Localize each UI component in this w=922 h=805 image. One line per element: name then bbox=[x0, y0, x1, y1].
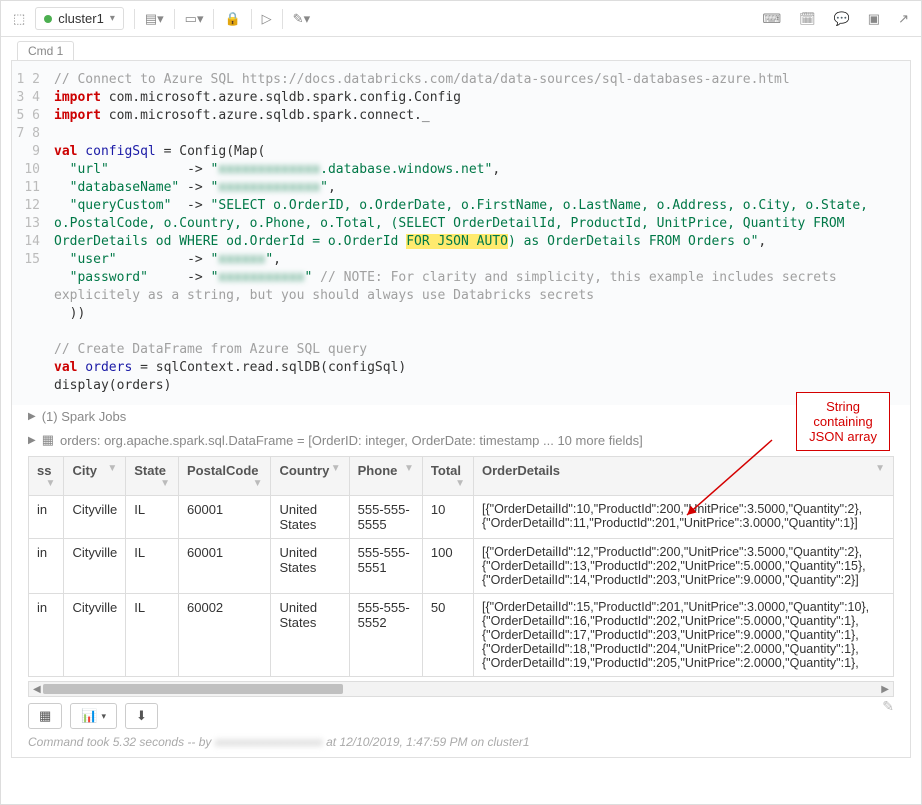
cell-total: 50 bbox=[422, 594, 473, 677]
scroll-left-icon[interactable]: ◀ bbox=[31, 682, 43, 697]
cell-total: 10 bbox=[422, 496, 473, 539]
sort-icon: ▼ bbox=[331, 463, 341, 474]
table-grid-icon: ▦ bbox=[42, 432, 54, 448]
col-ss[interactable]: ss▼ bbox=[29, 457, 64, 496]
cluster-name: cluster1 bbox=[58, 11, 104, 26]
cell-postal: 60002 bbox=[179, 594, 271, 677]
clear-icon[interactable]: ✎▾ bbox=[293, 11, 310, 27]
cell-phone: 555-555-5555 bbox=[349, 496, 422, 539]
download-button[interactable]: ⬇ bbox=[125, 703, 158, 729]
cell-country: United States bbox=[271, 496, 349, 539]
cell-phone: 555-555-5551 bbox=[349, 539, 422, 594]
col-state[interactable]: State▼ bbox=[126, 457, 179, 496]
cell-city: Cityville bbox=[64, 496, 126, 539]
cell-city: Cityville bbox=[64, 594, 126, 677]
schema-text: orders: org.apache.spark.sql.DataFrame =… bbox=[60, 433, 643, 448]
execution-metadata: Command took 5.32 seconds -- by xxxxxxxx… bbox=[12, 735, 910, 757]
cell-total: 100 bbox=[422, 539, 473, 594]
output-table: ss▼ City▼ State▼ PostalCode▼ Country▼ Ph… bbox=[28, 456, 894, 677]
line-gutter: 1 2 3 4 5 6 7 8 9 10 11 12 13 14 15 bbox=[12, 61, 48, 405]
col-country[interactable]: Country▼ bbox=[271, 457, 349, 496]
table-row: inCityvilleIL60001United States555-555-5… bbox=[29, 539, 894, 594]
cell-city: Cityville bbox=[64, 539, 126, 594]
output-toolbar: ▦ 📊 ▾ ⬇ bbox=[12, 697, 910, 735]
cell-state: IL bbox=[126, 496, 179, 539]
schedule-icon[interactable]: 🗓 bbox=[799, 11, 816, 27]
sort-icon: ▼ bbox=[404, 463, 414, 474]
cell-ss: in bbox=[29, 594, 64, 677]
file-icon[interactable]: ▤▾ bbox=[145, 11, 164, 27]
cell-ss: in bbox=[29, 539, 64, 594]
cell-country: United States bbox=[271, 539, 349, 594]
horizontal-scrollbar[interactable]: ◀ ▶ bbox=[28, 681, 894, 697]
cell-ss: in bbox=[29, 496, 64, 539]
sort-icon: ▼ bbox=[46, 478, 56, 489]
code-content[interactable]: // Connect to Azure SQL https://docs.dat… bbox=[48, 61, 910, 405]
cell-postal: 60001 bbox=[179, 539, 271, 594]
table-row: inCityvilleIL60001United States555-555-5… bbox=[29, 496, 894, 539]
run-icon[interactable]: ▷ bbox=[262, 11, 272, 27]
chart-view-button[interactable]: 📊 ▾ bbox=[70, 703, 117, 729]
col-orderdetails[interactable]: OrderDetails▼ bbox=[474, 457, 894, 496]
cell-state: IL bbox=[126, 539, 179, 594]
sort-icon: ▼ bbox=[107, 463, 117, 474]
expand-triangle-icon[interactable]: ▶ bbox=[28, 435, 36, 446]
sort-icon: ▼ bbox=[160, 478, 170, 489]
cell-state: IL bbox=[126, 594, 179, 677]
notebook-cell: ▶▾ 📊 ⌄ — ✕ 1 2 3 4 5 6 7 8 9 10 11 12 13… bbox=[11, 60, 911, 758]
col-city[interactable]: City▼ bbox=[64, 457, 126, 496]
comments-icon[interactable]: 💬 bbox=[834, 11, 850, 27]
chevron-down-icon: ▾ bbox=[110, 13, 115, 24]
col-phone[interactable]: Phone▼ bbox=[349, 457, 422, 496]
cell-details: [{"OrderDetailId":12,"ProductId":200,"Un… bbox=[474, 539, 894, 594]
status-dot-icon bbox=[44, 15, 52, 23]
annotation-callout: String containing JSON array bbox=[796, 392, 890, 451]
cell-phone: 555-555-5552 bbox=[349, 594, 422, 677]
code-editor[interactable]: 1 2 3 4 5 6 7 8 9 10 11 12 13 14 15 // C… bbox=[12, 61, 910, 405]
spark-jobs-label: (1) Spark Jobs bbox=[42, 409, 127, 424]
revision-icon[interactable]: ▣ bbox=[868, 11, 880, 27]
schema-row[interactable]: ▶ ▦ orders: org.apache.spark.sql.DataFra… bbox=[12, 428, 910, 452]
cluster-selector[interactable]: cluster1 ▾ bbox=[35, 7, 124, 30]
col-total[interactable]: Total▼ bbox=[422, 457, 473, 496]
top-toolbar: ⬚ cluster1 ▾ ▤▾ ▭▾ 🔒 ▷ ✎▾ ⌨ 🗓 💬 ▣ ↗ bbox=[1, 1, 921, 37]
sort-icon: ▼ bbox=[455, 478, 465, 489]
lock-icon[interactable]: 🔒 bbox=[224, 11, 240, 27]
sort-icon: ▼ bbox=[875, 463, 885, 474]
image-icon[interactable]: ▭▾ bbox=[185, 11, 204, 27]
scroll-right-icon[interactable]: ▶ bbox=[879, 682, 891, 697]
attach-icon[interactable]: ⬚ bbox=[13, 11, 25, 27]
table-row: inCityvilleIL60002United States555-555-5… bbox=[29, 594, 894, 677]
expand-triangle-icon[interactable]: ▶ bbox=[28, 411, 36, 422]
share-icon[interactable]: ↗ bbox=[898, 11, 909, 27]
spark-jobs-row[interactable]: ▶ (1) Spark Jobs bbox=[12, 405, 910, 428]
table-view-button[interactable]: ▦ bbox=[28, 703, 62, 729]
keyboard-icon[interactable]: ⌨ bbox=[762, 11, 781, 27]
cell-details: [{"OrderDetailId":15,"ProductId":201,"Un… bbox=[474, 594, 894, 677]
cell-country: United States bbox=[271, 594, 349, 677]
cell-postal: 60001 bbox=[179, 496, 271, 539]
expand-editor-icon[interactable]: ✎ bbox=[882, 698, 894, 715]
cell-details: [{"OrderDetailId":10,"ProductId":200,"Un… bbox=[474, 496, 894, 539]
col-postalcode[interactable]: PostalCode▼ bbox=[179, 457, 271, 496]
cell-label: Cmd 1 bbox=[1, 37, 921, 60]
sort-icon: ▼ bbox=[253, 478, 263, 489]
table-header-row: ss▼ City▼ State▼ PostalCode▼ Country▼ Ph… bbox=[29, 457, 894, 496]
scrollbar-thumb[interactable] bbox=[43, 684, 343, 694]
